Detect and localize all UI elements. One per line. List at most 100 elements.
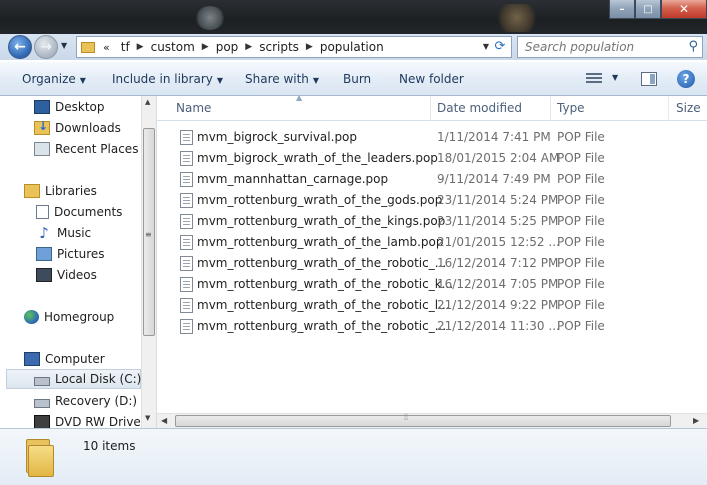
- refresh-icon[interactable]: ⟳: [492, 39, 508, 55]
- preview-pane-icon[interactable]: [641, 72, 657, 86]
- background-glow: [497, 4, 537, 32]
- scroll-left-icon[interactable]: ◀: [161, 416, 167, 425]
- scroll-up-icon[interactable]: ▲: [145, 98, 150, 106]
- scroll-right-icon[interactable]: ▶: [693, 416, 699, 425]
- file-row[interactable]: mvm_rottenburg_wrath_of_the_robotic_... …: [177, 316, 707, 337]
- nav-item-pictures[interactable]: Pictures: [36, 244, 141, 264]
- breadcrumb-overflow[interactable]: «: [101, 41, 116, 54]
- file-name: mvm_rottenburg_wrath_of_the_gods.pop: [197, 193, 443, 207]
- nav-item-libraries[interactable]: Libraries: [24, 181, 141, 201]
- chevron-right-icon[interactable]: ▶: [243, 42, 254, 52]
- file-row[interactable]: mvm_mannhattan_carnage.pop 9/11/2014 7:4…: [177, 169, 707, 190]
- views-dropdown[interactable]: ▼: [612, 73, 618, 82]
- scrollbar-thumb[interactable]: [175, 415, 671, 427]
- nav-item-videos[interactable]: Videos: [36, 265, 141, 285]
- breadcrumb-item[interactable]: tf: [116, 40, 135, 54]
- nav-item-desktop[interactable]: Desktop: [34, 97, 141, 117]
- nav-item-recent-places[interactable]: Recent Places: [34, 139, 141, 159]
- breadcrumb: « tf ▶ custom ▶ pop ▶ scripts ▶ populati…: [101, 40, 389, 54]
- file-name: mvm_bigrock_survival.pop: [197, 130, 358, 144]
- folder-icon: [24, 439, 54, 477]
- minimize-button[interactable]: –: [609, 0, 635, 19]
- file-name: mvm_bigrock_wrath_of_the_leaders.pop: [197, 151, 438, 165]
- file-row[interactable]: mvm_rottenburg_wrath_of_the_kings.pop 23…: [177, 211, 707, 232]
- nav-item-label: Homegroup: [44, 310, 115, 324]
- file-icon: [180, 298, 193, 313]
- nav-item-local-disk[interactable]: Local Disk (C:): [6, 369, 141, 389]
- include-in-library-menu[interactable]: Include in library ▼: [112, 72, 223, 86]
- file-date: 21/12/2014 9:22 PM: [437, 298, 559, 312]
- share-with-label: Share with: [245, 72, 309, 86]
- file-date: 23/11/2014 5:25 PM: [437, 214, 559, 228]
- arrow-right-icon: →: [40, 39, 52, 55]
- file-row[interactable]: mvm_bigrock_survival.pop 1/11/2014 7:41 …: [177, 127, 707, 148]
- file-date: 21/12/2014 11:30 ...: [437, 319, 560, 333]
- file-type: POP File: [557, 172, 605, 186]
- search-input[interactable]: [525, 40, 675, 54]
- file-row[interactable]: mvm_rottenburg_wrath_of_the_robotic_k...…: [177, 274, 707, 295]
- file-type: POP File: [557, 130, 605, 144]
- chevron-down-icon: ▼: [79, 76, 86, 85]
- file-row[interactable]: mvm_bigrock_wrath_of_the_leaders.pop 18/…: [177, 148, 707, 169]
- file-icon: [180, 235, 193, 250]
- address-history-dropdown[interactable]: ▼: [483, 42, 489, 51]
- change-view-icon[interactable]: [586, 73, 602, 85]
- organize-menu[interactable]: Organize ▼: [22, 72, 86, 86]
- breadcrumb-item[interactable]: population: [315, 40, 389, 54]
- nav-item-label: Libraries: [45, 184, 97, 198]
- file-row[interactable]: mvm_rottenburg_wrath_of_the_robotic_... …: [177, 253, 707, 274]
- homegroup-icon: [24, 310, 39, 324]
- file-type: POP File: [557, 235, 605, 249]
- column-header-type[interactable]: Type: [551, 96, 669, 121]
- file-name: mvm_rottenburg_wrath_of_the_kings.pop: [197, 214, 446, 228]
- forward-button[interactable]: →: [34, 35, 58, 59]
- column-header-size[interactable]: Size: [669, 96, 707, 121]
- nav-item-downloads[interactable]: Downloads: [34, 118, 141, 138]
- chevron-right-icon[interactable]: ▶: [200, 42, 211, 52]
- file-row[interactable]: mvm_rottenburg_wrath_of_the_robotic_l...…: [177, 295, 707, 316]
- burn-button[interactable]: Burn: [343, 72, 371, 86]
- breadcrumb-item[interactable]: pop: [211, 40, 244, 54]
- file-name: mvm_rottenburg_wrath_of_the_robotic_k...: [197, 277, 454, 291]
- share-with-menu[interactable]: Share with ▼: [245, 72, 319, 86]
- search-icon[interactable]: ⚲: [688, 39, 698, 54]
- nav-item-computer[interactable]: Computer: [24, 349, 141, 369]
- nav-item-recovery[interactable]: Recovery (D:): [34, 391, 141, 411]
- file-name: mvm_mannhattan_carnage.pop: [197, 172, 389, 186]
- nav-item-music[interactable]: ♪ Music: [36, 223, 141, 243]
- help-icon[interactable]: ?: [677, 70, 695, 88]
- recent-pages-dropdown[interactable]: ▼: [61, 41, 71, 53]
- close-button[interactable]: ✕: [661, 0, 707, 19]
- file-date: 9/11/2014 7:49 PM: [437, 172, 551, 186]
- column-header-label: Date modified: [437, 101, 523, 115]
- new-folder-button[interactable]: New folder: [399, 72, 464, 86]
- nav-item-documents[interactable]: Documents: [36, 202, 141, 222]
- file-row[interactable]: mvm_rottenburg_wrath_of_the_lamb.pop 21/…: [177, 232, 707, 253]
- search-box[interactable]: ⚲: [517, 36, 703, 58]
- column-header-name[interactable]: Name: [157, 96, 431, 121]
- nav-item-homegroup[interactable]: Homegroup: [24, 307, 141, 327]
- file-date: 21/01/2015 12:52 ...: [437, 235, 560, 249]
- nav-item-label: Recovery (D:): [55, 394, 138, 408]
- breadcrumb-item[interactable]: custom: [146, 40, 200, 54]
- file-list-scrollbar[interactable]: ◀ ⦙⦙ ▶: [157, 413, 707, 428]
- chevron-right-icon[interactable]: ▶: [135, 42, 146, 52]
- nav-item-label: Documents: [54, 205, 123, 219]
- item-count: 10 items: [83, 439, 136, 453]
- documents-icon: [36, 205, 49, 219]
- grip-icon: ≡: [145, 230, 152, 239]
- breadcrumb-item[interactable]: scripts: [254, 40, 304, 54]
- scroll-down-icon[interactable]: ▼: [145, 414, 150, 422]
- file-icon: [180, 151, 193, 166]
- dvd-drive-icon: [34, 415, 50, 428]
- column-header-date[interactable]: Date modified: [431, 96, 551, 121]
- chevron-right-icon[interactable]: ▶: [304, 42, 315, 52]
- back-button[interactable]: ←: [8, 35, 32, 59]
- nav-pane-scrollbar[interactable]: ▲ ≡ ▼: [141, 96, 156, 428]
- command-bar: Organize ▼ Include in library ▼ Share with…: [0, 62, 707, 96]
- maximize-button[interactable]: □: [635, 0, 661, 19]
- address-bar[interactable]: « tf ▶ custom ▶ pop ▶ scripts ▶ populati…: [76, 36, 512, 58]
- file-type: POP File: [557, 214, 605, 228]
- file-row[interactable]: mvm_rottenburg_wrath_of_the_gods.pop 23/…: [177, 190, 707, 211]
- nav-item-dvd-drive[interactable]: DVD RW Drive (E: [34, 412, 156, 428]
